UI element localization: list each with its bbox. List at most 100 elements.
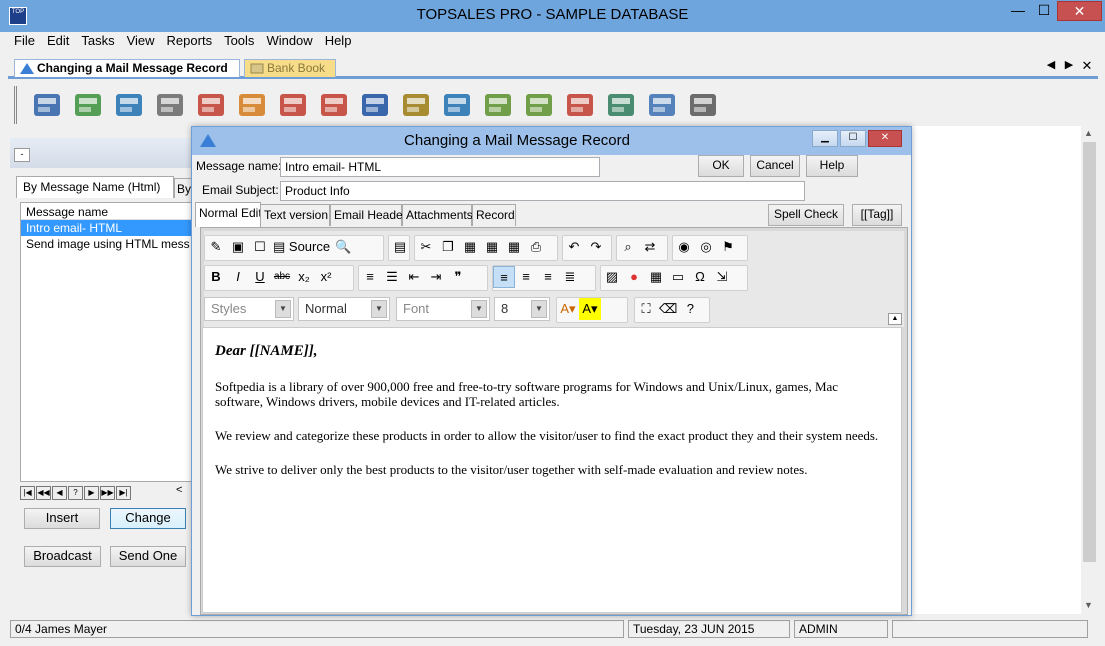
email-subject-field[interactable]: Product Info: [280, 181, 805, 201]
indent-icon[interactable]: ⇥: [425, 266, 447, 288]
source-button[interactable]: ▤ Source: [271, 236, 332, 258]
scroll-up-icon[interactable]: ▲: [1084, 128, 1093, 138]
tab-bank-book[interactable]: Bank Book: [244, 59, 336, 77]
superscript-icon[interactable]: x²: [315, 266, 337, 288]
copy-icon[interactable]: ❐: [437, 236, 459, 258]
toolbar-grip[interactable]: [14, 86, 17, 124]
eraser-icon[interactable]: ⌫: [657, 298, 679, 320]
pen-letter-icon[interactable]: [563, 88, 597, 122]
tab-text-version[interactable]: Text version: [260, 204, 330, 226]
next-record-button[interactable]: ▶: [84, 486, 99, 500]
bank-icon[interactable]: [30, 88, 64, 122]
table-icon[interactable]: ▦: [645, 266, 667, 288]
ok-button[interactable]: OK: [698, 155, 744, 177]
paste-word-icon[interactable]: ▦: [503, 236, 525, 258]
redo-icon[interactable]: ↷: [585, 236, 607, 258]
stopwatch-icon[interactable]: [686, 88, 720, 122]
phone-note-icon[interactable]: [440, 88, 474, 122]
chart-icon[interactable]: [645, 88, 679, 122]
flag-icon[interactable]: ⚑: [717, 236, 739, 258]
cancel-button[interactable]: Cancel: [750, 155, 800, 177]
templates-icon[interactable]: ▤: [389, 236, 411, 258]
flash-icon[interactable]: ●: [623, 266, 645, 288]
next-page-button[interactable]: ▶▶: [100, 486, 115, 500]
help-button[interactable]: Help: [806, 155, 858, 177]
scroll-down-icon[interactable]: ▼: [1084, 600, 1093, 610]
broadcast-button[interactable]: Broadcast: [24, 546, 101, 567]
menu-tasks[interactable]: Tasks: [75, 32, 120, 50]
contacts-icon[interactable]: [235, 88, 269, 122]
horizontal-rule-icon[interactable]: ▭: [667, 266, 689, 288]
underline-icon[interactable]: U: [249, 266, 271, 288]
tab-scroll-right-icon[interactable]: ▶: [1062, 58, 1076, 71]
align-right-icon[interactable]: ≡: [537, 266, 559, 288]
dialog-maximize-button[interactable]: ☐: [840, 130, 866, 147]
chevron-down-icon[interactable]: ▼: [531, 300, 547, 318]
cash-register-icon[interactable]: [399, 88, 433, 122]
menu-tools[interactable]: Tools: [218, 32, 260, 50]
spellcheck-icon[interactable]: ◉: [673, 236, 695, 258]
chevron-down-icon[interactable]: ▼: [371, 300, 387, 318]
replace-icon[interactable]: ⇄: [639, 236, 661, 258]
factory-icon[interactable]: [481, 88, 515, 122]
strikethrough-icon[interactable]: abc: [271, 266, 293, 288]
editor-content[interactable]: Dear [[NAME]], Softpedia is a library of…: [202, 327, 902, 613]
search-record-button[interactable]: ?: [68, 486, 83, 500]
page-break-icon[interactable]: ⇲: [711, 266, 733, 288]
send-one-button[interactable]: Send One: [110, 546, 186, 567]
safe-icon[interactable]: [604, 88, 638, 122]
envelope-person-icon[interactable]: [194, 88, 228, 122]
chevron-down-icon[interactable]: ▼: [471, 300, 487, 318]
scroll-left-icon[interactable]: <: [176, 484, 182, 496]
dialog-minimize-button[interactable]: ▁: [812, 130, 838, 147]
special-char-icon[interactable]: Ω: [689, 266, 711, 288]
print-icon[interactable]: ⎙: [525, 236, 547, 258]
dialog-close-button[interactable]: ✕: [868, 130, 902, 147]
scayt-icon[interactable]: ◎: [695, 236, 717, 258]
first-record-button[interactable]: |◀: [20, 486, 35, 500]
menu-edit[interactable]: Edit: [41, 32, 75, 50]
size-combo[interactable]: 8 ▼: [494, 297, 550, 321]
chevron-down-icon[interactable]: ▼: [275, 300, 291, 318]
globe-computer-icon[interactable]: [71, 88, 105, 122]
vertical-scrollbar[interactable]: ▲ ▼: [1081, 126, 1098, 614]
scroll-thumb[interactable]: [1083, 142, 1096, 562]
list-item[interactable]: Send image using HTML mess: [21, 236, 191, 252]
find-icon[interactable]: ⌕: [617, 236, 639, 258]
tag-button[interactable]: [[Tag]]: [852, 204, 902, 226]
calculator-icon[interactable]: [112, 88, 146, 122]
cut-icon[interactable]: ✂: [415, 236, 437, 258]
minimize-button[interactable]: —: [1005, 1, 1031, 21]
paste-icon[interactable]: ▦: [459, 236, 481, 258]
menu-help[interactable]: Help: [319, 32, 358, 50]
factory-2-icon[interactable]: [522, 88, 556, 122]
tab-normal-edit[interactable]: Normal Edit: [195, 202, 262, 227]
about-icon[interactable]: ?: [679, 298, 701, 320]
tab-close-icon[interactable]: ✕: [1080, 58, 1094, 74]
format-combo[interactable]: Normal ▼: [298, 297, 390, 321]
align-left-icon[interactable]: ≡: [493, 266, 515, 288]
align-center-icon[interactable]: ≡: [515, 266, 537, 288]
tab-scroll-left-icon[interactable]: ◀: [1044, 58, 1058, 71]
maximize-button[interactable]: ☐: [1031, 1, 1057, 21]
preview-icon[interactable]: 🔍: [332, 236, 354, 258]
last-record-button[interactable]: ▶|: [116, 486, 131, 500]
tab-attachments[interactable]: Attachments: [402, 204, 473, 226]
justify-icon[interactable]: ≣: [559, 266, 581, 288]
image-icon[interactable]: ▨: [601, 266, 623, 288]
spell-check-button[interactable]: Spell Check: [768, 204, 844, 226]
paste-text-icon[interactable]: ▦: [481, 236, 503, 258]
tab-by-message-name[interactable]: By Message Name (Html): [16, 176, 174, 198]
styles-combo[interactable]: Styles ▼: [204, 297, 294, 321]
new-page-icon[interactable]: ✎: [205, 236, 227, 258]
change-button[interactable]: Change: [110, 508, 186, 529]
list-item[interactable]: Intro email- HTML: [21, 220, 191, 236]
menu-window[interactable]: Window: [260, 32, 318, 50]
outdent-icon[interactable]: ⇤: [403, 266, 425, 288]
bg-color-icon[interactable]: A▾: [579, 298, 601, 320]
prev-record-button[interactable]: ◀: [52, 486, 67, 500]
dollar-document-icon[interactable]: [358, 88, 392, 122]
undo-icon[interactable]: ↶: [563, 236, 585, 258]
prev-page-button[interactable]: ◀◀: [36, 486, 51, 500]
blank-page-icon[interactable]: ☐: [249, 236, 271, 258]
